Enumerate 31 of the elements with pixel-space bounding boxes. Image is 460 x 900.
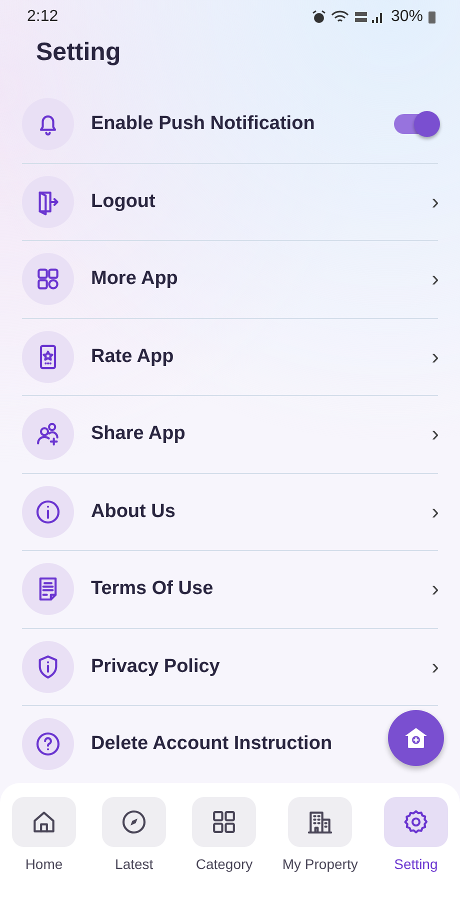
chevron-icon: ›: [432, 423, 439, 446]
setting-label[interactable]: Logout: [91, 190, 156, 213]
wifi-icon: [330, 10, 349, 24]
nav-tab[interactable]: Category: [192, 796, 256, 900]
nav-tab[interactable]: My Property: [282, 796, 358, 900]
battery-percentage: 30%: [390, 8, 423, 26]
alarm-icon: [312, 10, 326, 24]
setting-label[interactable]: Privacy Policy: [91, 656, 220, 678]
setting-label[interactable]: Rate App: [91, 346, 174, 368]
setting-label[interactable]: Terms Of Use: [91, 578, 214, 600]
chevron-icon: ›: [432, 190, 439, 213]
nav-tab[interactable]: Latest: [102, 796, 166, 900]
nav-tab[interactable]: Setting: [384, 796, 448, 900]
add-property-button[interactable]: [388, 710, 444, 766]
nav-tab[interactable]: Home: [12, 796, 76, 900]
info-icon: [34, 498, 62, 526]
setting-label[interactable]: More App: [91, 268, 178, 290]
page-title: Setting: [36, 37, 121, 68]
chevron-icon: ›: [432, 346, 439, 368]
chevron-icon: ›: [432, 268, 439, 290]
setting-label[interactable]: Enable Push Notification: [91, 113, 315, 136]
setting-label[interactable]: Share App: [91, 423, 186, 446]
status-time: 2:12: [27, 8, 58, 26]
house-plus-icon: [403, 726, 429, 750]
chevron-icon: ›: [432, 656, 439, 678]
battery-icon: [428, 10, 436, 24]
setting-label[interactable]: About Us: [91, 500, 176, 523]
chevron-icon: ›: [432, 578, 439, 600]
question-icon: [34, 730, 62, 758]
chevron-icon: ›: [432, 500, 439, 523]
setting-label[interactable]: Delete Account Instruction: [91, 733, 332, 756]
